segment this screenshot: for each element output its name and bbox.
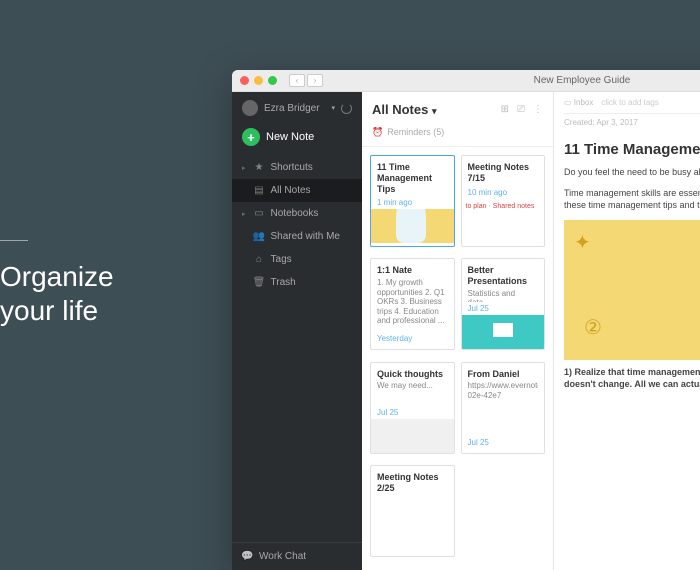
- trash-icon: 🗑: [254, 277, 265, 288]
- titlebar: ‹ › New Employee Guide: [232, 70, 700, 92]
- card-snippet: https://www.evernote.com/shard/s17/sh/01…: [468, 381, 539, 435]
- note-card[interactable]: 1:1 Nate 1. My growth opportunities 2. Q1…: [370, 258, 455, 350]
- card-snippet: 1. My growth opportunities 2. Q1 OKRs 3.…: [377, 278, 448, 332]
- filter-icon[interactable]: ⎚: [517, 104, 525, 115]
- card-date: Jul 25: [377, 408, 448, 417]
- note-icon: ▤: [254, 185, 265, 196]
- work-chat-button[interactable]: 💬 Work Chat: [232, 542, 362, 570]
- account-menu[interactable]: Ezra Bridger ▾: [232, 92, 362, 124]
- card-date: Jul 25: [468, 438, 539, 447]
- window-title: New Employee Guide: [534, 75, 631, 86]
- minimize-icon[interactable]: [254, 76, 263, 85]
- new-note-button[interactable]: + New Note: [242, 128, 352, 146]
- sort-icon[interactable]: ⋮: [533, 104, 543, 115]
- people-icon: 👥: [254, 231, 265, 242]
- note-card[interactable]: From Danielhttps://www.evernote.com/shar…: [461, 362, 546, 454]
- card-title: 1:1 Nate: [377, 265, 448, 276]
- nav-forward-button[interactable]: ›: [307, 74, 323, 87]
- card-date: 10 min ago: [468, 188, 539, 197]
- avatar: [242, 100, 258, 116]
- nav-back-button[interactable]: ‹: [289, 74, 305, 87]
- note-detail-panel: ▭ Inbox click to add tags Created: Apr 3…: [554, 92, 700, 570]
- card-snippet: Statistics and data...: [468, 289, 539, 302]
- promo-text: Organize your life: [0, 260, 114, 327]
- sidebar-item-shortcuts[interactable]: ▸ ★ Shortcuts: [232, 156, 362, 179]
- card-title: Quick thoughts: [377, 369, 448, 380]
- card-title: Better Presentations: [468, 265, 539, 287]
- chevron-down-icon: ▾: [331, 104, 335, 112]
- created-date: Created: Apr 3, 2017: [564, 118, 638, 127]
- sidebar-item-notebooks[interactable]: ▸ ▭ Notebooks: [232, 202, 362, 225]
- plus-icon: +: [242, 128, 260, 146]
- maximize-icon[interactable]: [268, 76, 277, 85]
- reminders-section[interactable]: ⏰Reminders (5): [362, 123, 553, 147]
- close-icon[interactable]: [240, 76, 249, 85]
- card-title: 11 Time Management Tips: [377, 162, 448, 194]
- sidebar: Ezra Bridger ▾ + New Note ▸ ★ Shortcuts …: [232, 92, 362, 570]
- sidebar-item-all-notes[interactable]: ▸ ▤ All Notes: [232, 179, 362, 202]
- note-list-panel: All Notes ▾ ⊞ ⎚ ⋮ ⏰Reminders (5) 11 Time…: [362, 92, 554, 570]
- note-card[interactable]: Quick thoughtsWe may need... Jul 25: [370, 362, 455, 454]
- notebook-selector[interactable]: ▭ Inbox: [564, 98, 593, 107]
- card-title: From Daniel: [468, 369, 539, 380]
- sidebar-item-trash[interactable]: ▸ 🗑 Trash: [232, 271, 362, 294]
- sync-icon[interactable]: [341, 103, 352, 114]
- note-body-text[interactable]: Time management skills are essential. Pe…: [564, 187, 700, 212]
- note-card[interactable]: Meeting Notes 7/1510 min agoto plan · Sh…: [461, 155, 546, 247]
- note-body-text[interactable]: Do you feel the need to be busy all the …: [564, 166, 700, 179]
- card-date: Jul 25: [468, 304, 539, 313]
- notebook-icon: ▭: [254, 208, 265, 219]
- sidebar-item-shared[interactable]: ▸ 👥 Shared with Me: [232, 225, 362, 248]
- chevron-right-icon: ▸: [242, 164, 246, 172]
- app-window: ‹ › New Employee Guide Ezra Bridger ▾ + …: [232, 70, 700, 570]
- note-title[interactable]: 11 Time Management Tips: [564, 141, 700, 158]
- note-body-text[interactable]: 1) Realize that time management is a myt…: [564, 366, 700, 391]
- note-card[interactable]: 11 Time Management Tips 1 min ago: [370, 155, 455, 247]
- card-snippet: We may need...: [377, 381, 448, 405]
- chevron-right-icon: ▸: [242, 210, 246, 218]
- star-icon: ★: [254, 162, 265, 173]
- chat-icon: 💬: [242, 551, 253, 562]
- note-card[interactable]: Meeting Notes 2/25: [370, 465, 455, 557]
- note-card[interactable]: Better Presentations Statistics and data.…: [461, 258, 546, 350]
- sidebar-item-tags[interactable]: ▸ ⌂ Tags: [232, 248, 362, 271]
- view-icon[interactable]: ⊞: [501, 104, 509, 115]
- card-title: Meeting Notes 7/15: [468, 162, 539, 184]
- tag-icon: ⌂: [254, 254, 265, 265]
- share-hint[interactable]: click to add tags: [601, 98, 658, 107]
- note-image: ✦ ③ ②: [564, 220, 700, 360]
- note-list-header[interactable]: All Notes ▾: [372, 102, 437, 117]
- card-date: 1 min ago: [377, 198, 448, 207]
- card-date: Yesterday: [377, 334, 448, 343]
- card-title: Meeting Notes 2/25: [377, 472, 448, 494]
